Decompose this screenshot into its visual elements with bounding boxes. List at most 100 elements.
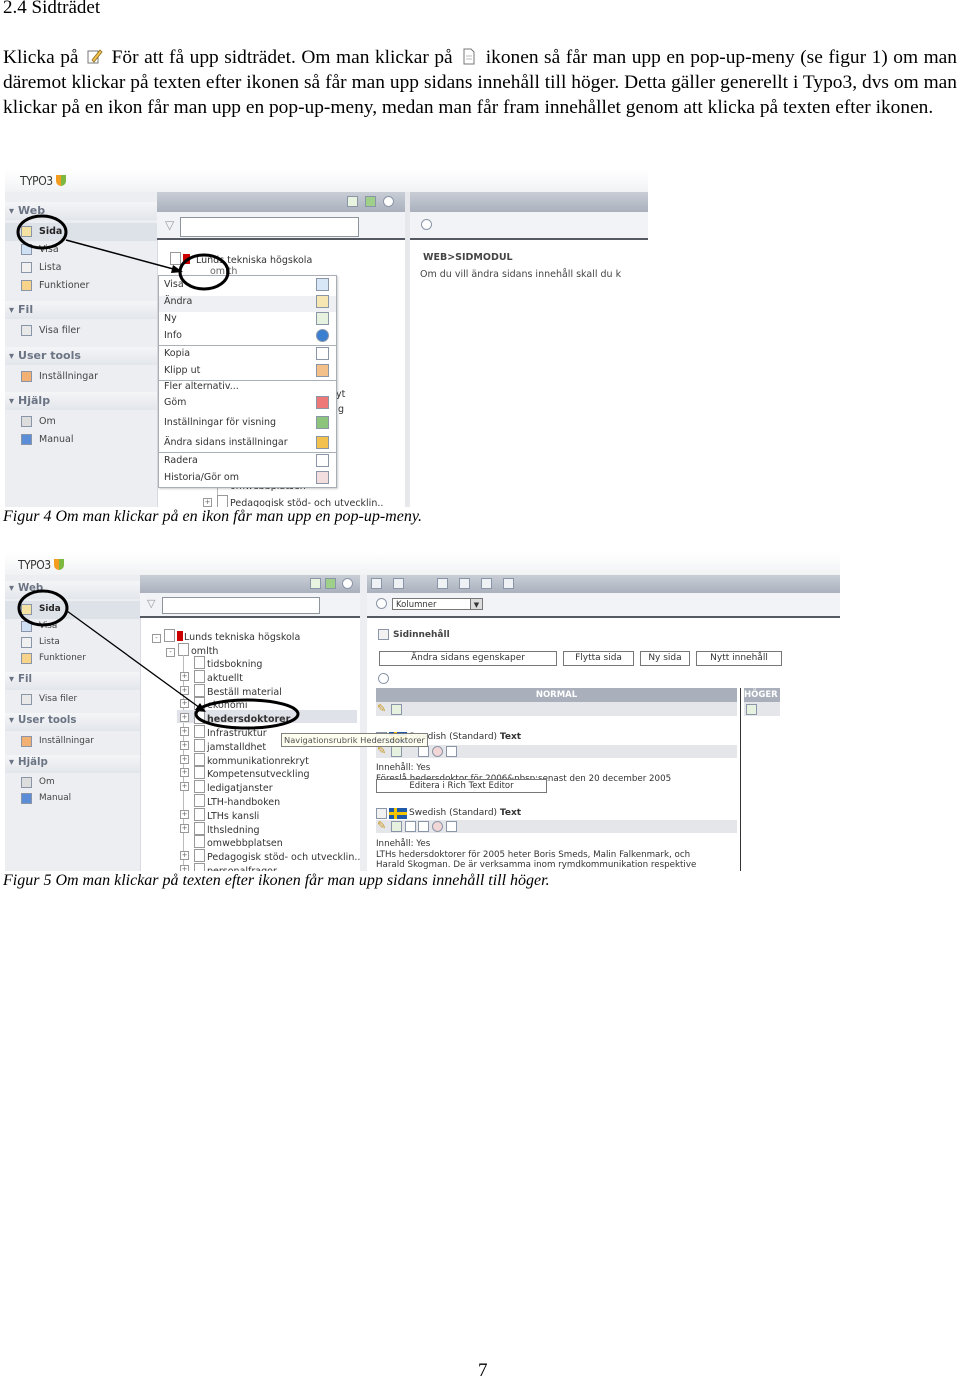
new-content-icon[interactable] — [371, 578, 382, 589]
new-page-icon[interactable] — [347, 196, 358, 207]
sidebar-section-user-tools[interactable]: User tools — [5, 349, 157, 362]
about-icon[interactable] — [21, 777, 32, 788]
menu-item-fler-alternativ[interactable]: Fler alternativ... — [164, 381, 239, 392]
sidebar-item-visa-filer[interactable]: Visa filer — [39, 694, 77, 704]
tree-item-label[interactable]: LTHs kansli — [207, 811, 259, 822]
user-settings-icon[interactable] — [21, 736, 32, 747]
tree-item-label[interactable]: tidsbokning — [207, 659, 262, 670]
sidebar-item-visa[interactable]: Visa — [39, 244, 59, 255]
edit-icon[interactable]: ✎ — [377, 819, 386, 832]
tree-item[interactable]: LTHs kansli — [194, 808, 259, 822]
sidebar-item-om[interactable]: Om — [39, 416, 56, 427]
menu-item-visa[interactable]: Visa — [164, 279, 184, 290]
move-icon[interactable] — [481, 578, 492, 589]
menu-item-klipp-ut[interactable]: Klipp ut — [164, 365, 200, 376]
trash-icon[interactable] — [446, 746, 457, 757]
expand-icon[interactable]: + — [180, 782, 189, 791]
magnifier-icon[interactable] — [21, 244, 32, 255]
button-andra-sidans-egenskaper[interactable]: Ändra sidans egenskaper — [379, 651, 557, 666]
new-page-icon[interactable] — [310, 578, 321, 589]
tree-item[interactable]: Kompetensutveckling — [194, 766, 310, 780]
expand-icon[interactable]: + — [180, 672, 189, 681]
menu-item-historia-gor-om[interactable]: Historia/Gör om — [164, 472, 239, 483]
list-icon[interactable] — [21, 262, 32, 273]
filter-icon[interactable]: ▽ — [165, 218, 174, 232]
expand-icon[interactable]: + — [180, 824, 189, 833]
sidebar-item-installningar[interactable]: Inställningar — [39, 371, 98, 382]
expand-icon[interactable]: + — [180, 755, 189, 764]
tree-item[interactable]: kommunikationrekryt — [194, 753, 309, 767]
hide-icon[interactable] — [432, 746, 443, 757]
new-content-icon[interactable] — [746, 704, 757, 715]
content-list-icon[interactable] — [378, 629, 389, 640]
help-icon[interactable] — [421, 219, 432, 230]
collapse-icon[interactable]: - — [166, 648, 175, 657]
expand-icon[interactable]: + — [180, 741, 189, 750]
tree-item[interactable]: personalfragor — [194, 863, 277, 871]
move-down-icon[interactable] — [418, 746, 429, 757]
trash-icon[interactable] — [446, 821, 457, 832]
tree-item[interactable]: Pedagogisk stöd- och utvecklin.. — [194, 849, 360, 863]
tree-item[interactable]: lthsledning — [194, 822, 260, 836]
help-icon[interactable] — [342, 578, 353, 589]
tree-item-label[interactable]: Infrastruktur — [207, 728, 267, 739]
menu-item-ny[interactable]: Ny — [164, 313, 177, 324]
menu-item-radera[interactable]: Radera — [164, 455, 198, 466]
expand-icon[interactable]: + — [180, 865, 189, 871]
help-icon[interactable] — [378, 673, 389, 684]
sidebar-section-web[interactable]: Web — [5, 204, 157, 217]
filter-icon[interactable]: ▽ — [147, 597, 155, 610]
tree-root-label[interactable]: Lunds tekniska högskola — [184, 632, 300, 643]
sidebar-item-visa-filer[interactable]: Visa filer — [39, 325, 80, 336]
move-up-icon[interactable] — [405, 821, 416, 832]
sidebar-item-lista[interactable]: Lista — [39, 262, 61, 273]
expand-icon[interactable]: + — [180, 727, 189, 736]
new-content-icon[interactable] — [391, 746, 402, 757]
tree-item[interactable]: omwebbplatsen — [194, 835, 283, 849]
expand-icon[interactable]: + — [180, 851, 189, 860]
tree-item[interactable]: tidsbokning — [194, 656, 262, 670]
tree-item-label[interactable]: kommunikationrekryt — [207, 756, 309, 767]
magnifier-icon[interactable] — [437, 578, 448, 589]
content-element-header[interactable]: Swedish (Standard) Text — [409, 808, 521, 818]
expand-icon[interactable]: + — [180, 713, 189, 722]
user-settings-icon[interactable] — [21, 371, 32, 382]
tree-item-label[interactable]: Pedagogisk stöd- och utvecklin.. — [230, 498, 383, 507]
sidebar-section-hjalp[interactable]: Hjälp — [5, 757, 140, 768]
folder-icon[interactable] — [21, 694, 32, 705]
tree-item[interactable]: ledigatjanster — [194, 780, 273, 794]
new-record-icon[interactable] — [393, 578, 404, 589]
manual-icon[interactable] — [21, 793, 32, 804]
sidebar-item-funktioner[interactable]: Funktioner — [39, 653, 86, 663]
view-select[interactable]: Kolumner▼ — [392, 598, 483, 610]
sidebar-item-sida[interactable]: Sida — [39, 604, 61, 614]
button-ny-sida[interactable]: Ny sida — [640, 651, 690, 666]
chevron-down-icon[interactable]: ▼ — [470, 599, 482, 609]
menu-item-kopia[interactable]: Kopia — [164, 348, 190, 359]
tree-item-omlth[interactable]: -omlth — [166, 643, 218, 657]
tree-item-label[interactable]: ledigatjanster — [207, 783, 273, 794]
new-content-icon[interactable] — [391, 704, 402, 715]
menu-item-gom[interactable]: Göm — [164, 397, 186, 408]
sidebar-section-fil[interactable]: Fil — [5, 303, 157, 316]
edit-page-icon[interactable] — [21, 604, 32, 615]
tree-item-label[interactable]: omwebbplatsen — [207, 838, 283, 849]
help-icon[interactable] — [383, 196, 394, 207]
refresh-icon[interactable] — [365, 196, 376, 207]
button-flytta-sida[interactable]: Flytta sida — [563, 651, 634, 666]
history-icon[interactable] — [503, 578, 514, 589]
expand-icon[interactable]: + — [180, 699, 189, 708]
sidebar-section-hjalp[interactable]: Hjälp — [5, 394, 157, 407]
folder-icon[interactable] — [21, 325, 32, 336]
tree-item-label[interactable]: aktuellt — [207, 673, 243, 684]
tree-item[interactable]: LTH-handboken — [194, 794, 280, 808]
new-content-icon[interactable] — [391, 821, 402, 832]
expand-icon[interactable]: + — [180, 768, 189, 777]
tree-item[interactable]: jamstalldhet — [194, 739, 266, 753]
tree-root[interactable]: Lunds tekniska högskola — [170, 252, 312, 266]
tree-item-label[interactable]: jamstalldhet — [207, 742, 266, 753]
edit-icon[interactable]: ✎ — [377, 702, 386, 715]
tree-item[interactable]: hedersdoktorer — [194, 711, 290, 725]
hide-icon[interactable] — [432, 821, 443, 832]
pencil-icon[interactable] — [459, 578, 470, 589]
